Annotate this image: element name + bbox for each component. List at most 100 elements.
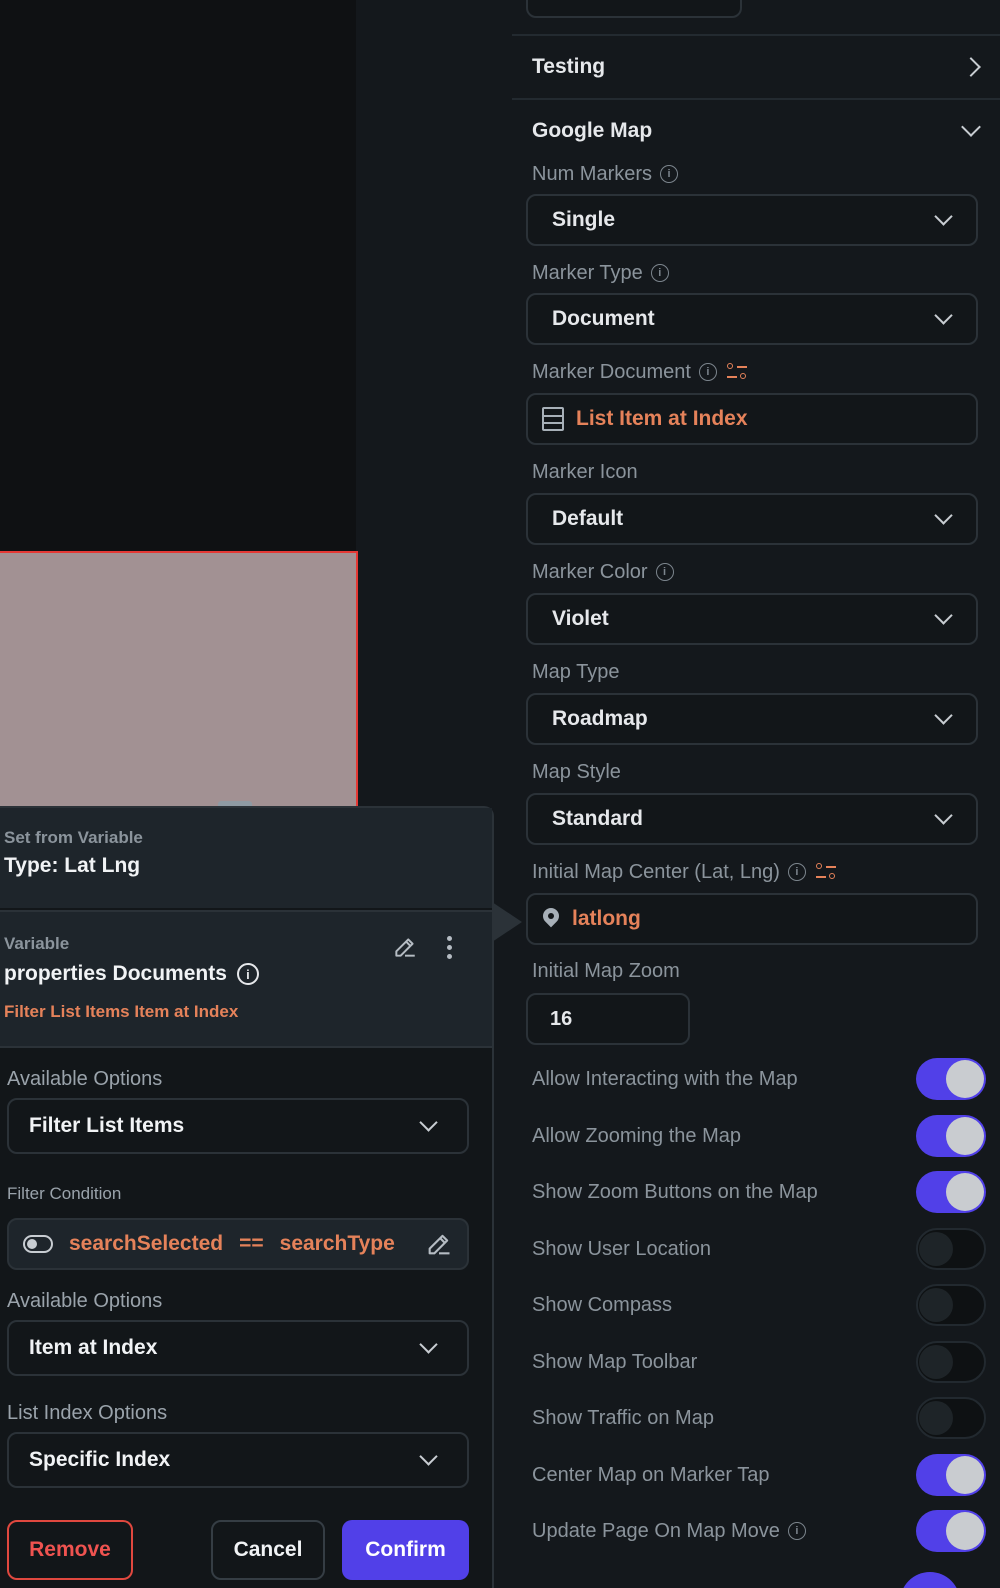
info-icon[interactable]: i [787,1522,806,1540]
more-vertical-icon[interactable] [447,936,453,960]
set-from-variable-popover: Set from Variable Type: Lat Lng Variable… [0,806,494,1588]
popover-header-type-text: Type: Lat Lng [4,854,141,877]
marker-type-label-text: Marker Type [532,261,643,284]
toggle-row-show-user-location: Show User Location [532,1227,986,1271]
marker-document-variable[interactable]: List Item at Index [526,393,978,445]
marker-type-dropdown[interactable]: Document [526,293,978,345]
scroll-fade [0,1490,492,1508]
variable-name: properties Documents i [4,962,259,986]
toggle-label: Show Traffic on Map [532,1406,714,1429]
toggle-switch[interactable] [916,1510,986,1552]
truncated-input[interactable] [526,0,742,18]
remove-button[interactable]: Remove [7,1520,133,1580]
chevron-down-icon [934,705,953,725]
marker-color-label: Marker Color i [532,558,674,586]
toggle-label-text: Update Page On Map Move [532,1519,780,1542]
available-options-label: Available Options [7,1068,163,1090]
available-options-dropdown[interactable]: Item at Index [7,1320,469,1376]
map-style-dropdown[interactable]: Standard [526,793,978,845]
info-icon[interactable]: i [698,363,717,381]
initial-center-label-text: Initial Map Center (Lat, Lng) [532,860,780,883]
chevron-down-icon [961,117,981,137]
variable-settings-icon[interactable] [814,861,838,883]
popover-header: Set from Variable Type: Lat Lng [0,808,492,908]
toggle-label: Show Map Toolbar [532,1350,698,1373]
edit-pencil-icon[interactable] [425,1230,453,1258]
chevron-right-icon [961,57,981,77]
variable-caption: Variable [4,934,70,953]
toggle-switch[interactable] [916,1454,986,1496]
section-testing-title: Testing [532,55,606,78]
info-icon[interactable]: i [650,264,669,282]
filter-condition-box[interactable]: searchSelected == searchType [7,1218,469,1270]
toggle-switch[interactable] [916,1171,986,1213]
toggle-row-allow-interacting: Allow Interacting with the Map [532,1057,986,1101]
available-options-value: Filter List Items [29,1114,185,1137]
filter-left-operand: searchSelected [69,1232,224,1255]
toggle-switch[interactable] [916,1284,986,1326]
section-testing[interactable]: Testing [532,52,984,82]
toggle-switch[interactable] [916,1341,986,1383]
available-options-label: Available Options [7,1290,163,1312]
toggle-row-allow-zooming: Allow Zooming the Map [532,1114,986,1158]
marker-color-label-text: Marker Color [532,560,648,583]
popover-arrow [492,902,522,942]
info-icon[interactable]: i [236,963,259,985]
num-markers-value: Single [552,208,616,231]
map-type-label: Map Type [532,658,619,686]
num-markers-label: Num Markers i [532,160,679,188]
toggle-row-update-page-on-move: Update Page On Map Move i [532,1509,986,1553]
edit-pencil-icon[interactable] [392,934,418,960]
num-markers-dropdown[interactable]: Single [526,194,978,246]
toggle-label: Allow Zooming the Map [532,1124,741,1147]
map-style-value: Standard [552,807,644,830]
marker-color-dropdown[interactable]: Violet [526,593,978,645]
toggle-switch[interactable] [916,1397,986,1439]
list-index-options-label: List Index Options [7,1402,168,1424]
marker-icon-dropdown[interactable]: Default [526,493,978,545]
marker-color-value: Violet [552,607,609,630]
variable-chain: Filter List Items Item at Index [4,1002,239,1021]
section-google-map[interactable]: Google Map [532,116,984,146]
initial-zoom-value: 16 [550,1007,573,1030]
filter-condition-label: Filter Condition [7,1184,122,1203]
chevron-down-icon [419,1112,438,1132]
map-type-dropdown[interactable]: Roadmap [526,693,978,745]
filter-right-operand: searchType [279,1232,395,1255]
marker-icon-label: Marker Icon [532,458,638,486]
chevron-down-icon [419,1446,438,1466]
variable-settings-icon[interactable] [725,361,749,383]
available-options-dropdown[interactable]: Filter List Items [7,1098,469,1154]
marker-document-label: Marker Document i [532,358,749,386]
chevron-down-icon [934,505,953,525]
section-google-map-title: Google Map [532,119,653,142]
condition-toggle-icon [23,1235,53,1253]
marker-document-label-text: Marker Document [532,360,691,383]
chevron-down-icon [934,605,953,625]
toggle-switch[interactable] [916,1058,986,1100]
toggle-row-show-map-toolbar: Show Map Toolbar [532,1340,986,1384]
toggle-label: Allow Interacting with the Map [532,1067,798,1090]
divider [512,34,1000,36]
toggle-switch[interactable] [916,1115,986,1157]
toggle-label: Show User Location [532,1237,711,1260]
marker-type-label: Marker Type i [532,259,669,287]
selected-map-widget[interactable] [0,551,358,811]
marker-document-value: List Item at Index [576,407,748,430]
variable-name-text: properties Documents [4,962,227,985]
initial-center-variable[interactable]: latlong [526,893,978,945]
initial-center-value: latlong [572,907,641,930]
floating-action-button[interactable] [900,1572,960,1588]
info-icon[interactable]: i [655,563,674,581]
variable-summary: Variable properties Documents i Filter L… [0,910,492,1048]
toggle-label: Update Page On Map Move i [532,1520,806,1543]
info-icon[interactable]: i [787,863,806,881]
list-index-options-dropdown[interactable]: Specific Index [7,1432,469,1488]
initial-zoom-input[interactable]: 16 [526,993,690,1045]
confirm-button[interactable]: Confirm [342,1520,469,1580]
toggle-label: Show Zoom Buttons on the Map [532,1180,818,1203]
toggle-switch[interactable] [916,1228,986,1270]
toggle-row-show-compass: Show Compass [532,1283,986,1327]
info-icon[interactable]: i [660,165,679,183]
cancel-button[interactable]: Cancel [211,1520,325,1580]
